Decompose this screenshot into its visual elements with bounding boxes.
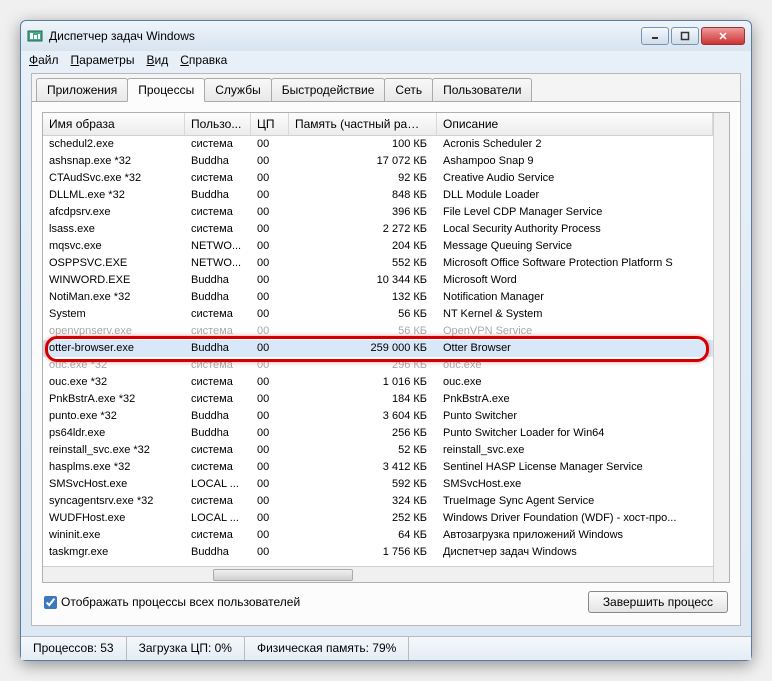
status-memory: Физическая память: 79%	[245, 637, 409, 660]
table-row[interactable]: WINWORD.EXEBuddha0010 344 КБMicrosoft Wo…	[43, 272, 713, 289]
table-row[interactable]: mqsvc.exeNETWO...00204 КБMessage Queuing…	[43, 238, 713, 255]
menubar: Файл Параметры Вид Справка	[21, 51, 751, 69]
col-image[interactable]: Имя образа	[43, 113, 185, 135]
tab-panel-processes: Имя образа Пользо... ЦП Память (частный …	[32, 101, 740, 625]
maximize-button[interactable]	[671, 27, 699, 45]
table-row[interactable]: syncagentsrv.exe *32система00324 КБTrueI…	[43, 493, 713, 510]
minimize-button[interactable]	[641, 27, 669, 45]
show-all-users-checkbox[interactable]: Отображать процессы всех пользователей	[44, 595, 300, 609]
process-list: Имя образа Пользо... ЦП Память (частный …	[42, 112, 730, 583]
tab-пользователи[interactable]: Пользователи	[432, 78, 532, 102]
table-row[interactable]: taskmgr.exeBuddha001 756 КБДиспетчер зад…	[43, 544, 713, 561]
status-cpu: Загрузка ЦП: 0%	[127, 637, 245, 660]
col-user[interactable]: Пользо...	[185, 113, 251, 135]
menu-help[interactable]: Справка	[180, 53, 227, 67]
col-description[interactable]: Описание	[437, 113, 713, 135]
horizontal-scrollbar[interactable]	[43, 566, 713, 582]
app-icon	[27, 28, 43, 44]
table-row[interactable]: CTAudSvc.exe *32система0092 КБCreative A…	[43, 170, 713, 187]
end-process-button[interactable]: Завершить процесс	[588, 591, 728, 613]
table-row[interactable]: PnkBstrA.exe *32система00184 КБPnkBstrA.…	[43, 391, 713, 408]
table-row[interactable]: ouc.exe *32система00296 КБouc.exe	[43, 357, 713, 374]
table-row[interactable]: NotiMan.exe *32Buddha00132 КБNotificatio…	[43, 289, 713, 306]
table-row[interactable]: ashsnap.exe *32Buddha0017 072 КБAshampoo…	[43, 153, 713, 170]
table-row[interactable]: hasplms.exe *32система003 412 КБSentinel…	[43, 459, 713, 476]
table-row[interactable]: WUDFHost.exeLOCAL ...00252 КБWindows Dri…	[43, 510, 713, 527]
col-cpu[interactable]: ЦП	[251, 113, 289, 135]
titlebar[interactable]: Диспетчер задач Windows	[21, 21, 751, 51]
table-row[interactable]: afcdpsrv.exeсистема00396 КБFile Level CD…	[43, 204, 713, 221]
tab-strip: ПриложенияПроцессыСлужбыБыстродействиеСе…	[32, 74, 740, 102]
menu-view[interactable]: Вид	[146, 53, 168, 67]
table-row[interactable]: SMSvcHost.exeLOCAL ...00592 КБSMSvcHost.…	[43, 476, 713, 493]
task-manager-window: Диспетчер задач Windows Файл Параметры В…	[20, 20, 752, 661]
table-row[interactable]: otter-browser.exeBuddha00259 000 КБOtter…	[43, 340, 713, 357]
list-header: Имя образа Пользо... ЦП Память (частный …	[43, 113, 713, 136]
table-row[interactable]: Systemсистема0056 КБNT Kernel & System	[43, 306, 713, 323]
table-row[interactable]: punto.exe *32Buddha003 604 КБPunto Switc…	[43, 408, 713, 425]
close-button[interactable]	[701, 27, 745, 45]
status-processes: Процессов: 53	[21, 637, 127, 660]
list-body[interactable]: schedul2.exeсистема00100 КБAcronis Sched…	[43, 136, 713, 566]
menu-file[interactable]: Файл	[29, 53, 59, 67]
col-memory[interactable]: Память (частный рабо...	[289, 113, 437, 135]
table-row[interactable]: openvpnserv.exeсистема0056 КБOpenVPN Ser…	[43, 323, 713, 340]
tab-быстродействие[interactable]: Быстродействие	[271, 78, 386, 102]
table-row[interactable]: OSPPSVC.EXENETWO...00552 КБMicrosoft Off…	[43, 255, 713, 272]
tab-сеть[interactable]: Сеть	[384, 78, 433, 102]
vertical-scrollbar[interactable]	[713, 113, 729, 582]
tab-приложения[interactable]: Приложения	[36, 78, 128, 102]
tab-службы[interactable]: Службы	[204, 78, 271, 102]
table-row[interactable]: ps64ldr.exeBuddha00256 КБPunto Switcher …	[43, 425, 713, 442]
table-row[interactable]: DLLML.exe *32Buddha00848 КБDLL Module Lo…	[43, 187, 713, 204]
window-title: Диспетчер задач Windows	[49, 29, 641, 43]
content-area: ПриложенияПроцессыСлужбыБыстродействиеСе…	[31, 73, 741, 626]
statusbar: Процессов: 53 Загрузка ЦП: 0% Физическая…	[21, 636, 751, 660]
table-row[interactable]: reinstall_svc.exe *32система0052 КБreins…	[43, 442, 713, 459]
menu-options[interactable]: Параметры	[71, 53, 135, 67]
tab-процессы[interactable]: Процессы	[127, 78, 205, 102]
table-row[interactable]: ouc.exe *32система001 016 КБouc.exe	[43, 374, 713, 391]
table-row[interactable]: lsass.exeсистема002 272 КБLocal Security…	[43, 221, 713, 238]
table-row[interactable]: schedul2.exeсистема00100 КБAcronis Sched…	[43, 136, 713, 153]
table-row[interactable]: wininit.exeсистема0064 КБАвтозагрузка пр…	[43, 527, 713, 544]
